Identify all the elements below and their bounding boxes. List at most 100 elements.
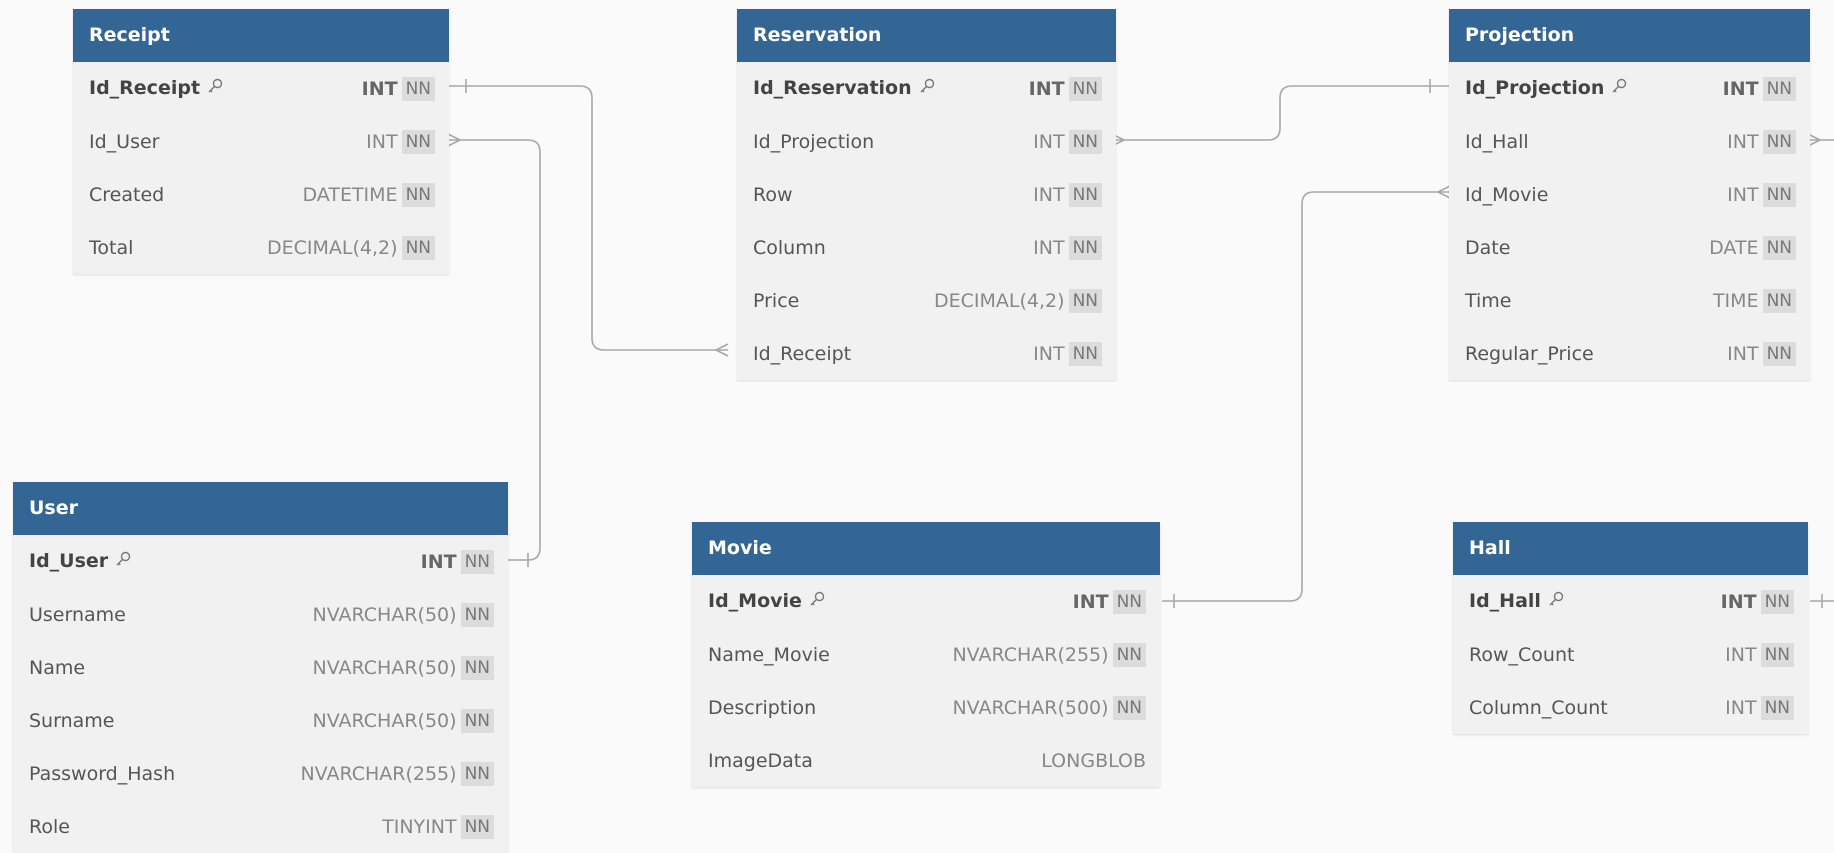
column-row[interactable]: Date DATE NN — [1449, 221, 1810, 274]
column-type: INT — [1033, 183, 1065, 206]
column-name: Row_Count — [1469, 644, 1725, 666]
column-type: INT — [366, 130, 398, 153]
column-name: Column — [753, 237, 1033, 259]
column-type: NVARCHAR(500) — [952, 696, 1109, 719]
column-name: Date — [1465, 237, 1709, 259]
column-type: NVARCHAR(50) — [312, 603, 457, 626]
column-name-text: Id_Hall — [1469, 590, 1541, 612]
column-row[interactable]: Password_Hash NVARCHAR(255) NN — [13, 747, 508, 800]
column-name-text: Id_Reservation — [753, 77, 912, 99]
column-type: DATETIME — [302, 183, 398, 206]
column-row[interactable]: Surname NVARCHAR(50) NN — [13, 694, 508, 747]
column-name: Id_Receipt — [89, 77, 362, 100]
table-title: Hall — [1453, 522, 1808, 575]
not-null-badge: NN — [1068, 235, 1102, 260]
column-type: INT — [1727, 342, 1759, 365]
column-name: Total — [89, 237, 267, 259]
column-row[interactable]: Description NVARCHAR(500) NN — [692, 681, 1160, 734]
column-name: Role — [29, 816, 382, 838]
not-null-badge: NN — [1762, 341, 1796, 366]
not-null-badge: NN — [1760, 642, 1794, 667]
column-name-text: Name_Movie — [708, 643, 830, 666]
column-row[interactable]: Name NVARCHAR(50) NN — [13, 641, 508, 694]
column-row[interactable]: Id_User INT NN — [13, 535, 508, 588]
not-null-badge: NN — [1068, 288, 1102, 313]
column-row[interactable]: Id_Projection INT NN — [737, 115, 1116, 168]
column-name: Id_Receipt — [753, 343, 1033, 365]
column-row[interactable]: Role TINYINT NN — [13, 800, 508, 853]
not-null-badge: NN — [401, 235, 435, 260]
not-null-badge: NN — [1112, 589, 1146, 614]
not-null-badge: NN — [1762, 182, 1796, 207]
column-name-text: Name — [29, 656, 86, 679]
table-reservation[interactable]: Reservation Id_Reservation INT NN Id_Project… — [737, 9, 1116, 380]
column-name: Id_User — [89, 131, 366, 153]
table-movie[interactable]: Movie Id_Movie INT NN Name_Movie NVARCHAR(255… — [692, 522, 1160, 787]
column-row[interactable]: Username NVARCHAR(50) NN — [13, 588, 508, 641]
column-row[interactable]: Name_Movie NVARCHAR(255) NN — [692, 628, 1160, 681]
column-row[interactable]: Regular_Price INT NN — [1449, 327, 1810, 380]
column-name-text: Total — [89, 236, 134, 259]
column-row[interactable]: Row_Count INT NN — [1453, 628, 1808, 681]
column-type: NVARCHAR(255) — [300, 762, 457, 785]
column-name: Name — [29, 657, 313, 679]
column-name-text: Created — [89, 183, 165, 206]
column-name: Surname — [29, 710, 313, 732]
column-name-text: ImageData — [708, 749, 813, 772]
column-row[interactable]: Column_Count INT NN — [1453, 681, 1808, 734]
table-hall[interactable]: Hall Id_Hall INT NN Row_Count INT NN Column_Cou… — [1453, 522, 1808, 734]
column-row[interactable]: Id_Receipt INT NN — [737, 327, 1116, 380]
connector-reservation-projection — [1112, 85, 1450, 141]
column-name-text: Username — [29, 603, 126, 626]
column-row[interactable]: Created DATETIME NN — [73, 168, 449, 221]
column-row[interactable]: Row INT NN — [737, 168, 1116, 221]
column-type: INT — [420, 550, 457, 573]
column-name: Id_User — [29, 550, 421, 573]
column-name-text: Description — [708, 696, 817, 719]
column-type: INT — [361, 77, 398, 100]
table-title: Movie — [692, 522, 1160, 575]
not-null-badge: NN — [1112, 642, 1146, 667]
column-name-text: Id_Projection — [753, 130, 875, 153]
column-row[interactable]: ImageData LONGBLOB — [692, 734, 1160, 787]
column-name: Description — [708, 697, 952, 719]
column-row[interactable]: Id_Hall INT NN — [1449, 115, 1810, 168]
column-row[interactable]: Id_Hall INT NN — [1453, 575, 1808, 628]
column-row[interactable]: Total DECIMAL(4,2) NN — [73, 221, 449, 274]
column-row[interactable]: Id_Receipt INT NN — [73, 62, 449, 115]
column-name-text: Regular_Price — [1465, 342, 1594, 365]
column-name-text: Id_User — [29, 550, 109, 572]
column-type: INT — [1720, 590, 1757, 613]
column-name: Row — [753, 184, 1033, 206]
key-icon — [206, 77, 224, 100]
not-null-badge: NN — [460, 814, 494, 839]
not-null-badge: NN — [460, 655, 494, 680]
column-name: Name_Movie — [708, 644, 952, 666]
column-name: Regular_Price — [1465, 343, 1727, 365]
not-null-badge: NN — [1762, 129, 1796, 154]
column-name-text: Id_User — [89, 130, 160, 153]
column-row[interactable]: Column INT NN — [737, 221, 1116, 274]
column-name: Price — [753, 290, 934, 312]
column-type: NVARCHAR(255) — [952, 643, 1109, 666]
column-row[interactable]: Id_Movie INT NN — [1449, 168, 1810, 221]
table-title: Projection — [1449, 9, 1810, 62]
column-row[interactable]: Id_Projection INT NN — [1449, 62, 1810, 115]
column-row[interactable]: Id_User INT NN — [73, 115, 449, 168]
table-user[interactable]: User Id_User INT NN Username NVARCHAR(50) NN Na… — [13, 482, 508, 853]
table-title: Reservation — [737, 9, 1116, 62]
column-name: Id_Reservation — [753, 77, 1029, 100]
not-null-badge: NN — [401, 76, 435, 101]
table-receipt[interactable]: Receipt Id_Receipt INT NN Id_User INT NN Create… — [73, 9, 449, 274]
not-null-badge: NN — [460, 549, 494, 574]
column-row[interactable]: Id_Movie INT NN — [692, 575, 1160, 628]
column-type: INT — [1725, 696, 1757, 719]
not-null-badge: NN — [1068, 129, 1102, 154]
column-row[interactable]: Price DECIMAL(4,2) NN — [737, 274, 1116, 327]
column-row[interactable]: Time TIME NN — [1449, 274, 1810, 327]
table-projection[interactable]: Projection Id_Projection INT NN Id_Hall INT NN… — [1449, 9, 1810, 380]
column-row[interactable]: Id_Reservation INT NN — [737, 62, 1116, 115]
table-title: Receipt — [73, 9, 449, 62]
column-name: Id_Movie — [1465, 184, 1727, 206]
not-null-badge: NN — [460, 708, 494, 733]
